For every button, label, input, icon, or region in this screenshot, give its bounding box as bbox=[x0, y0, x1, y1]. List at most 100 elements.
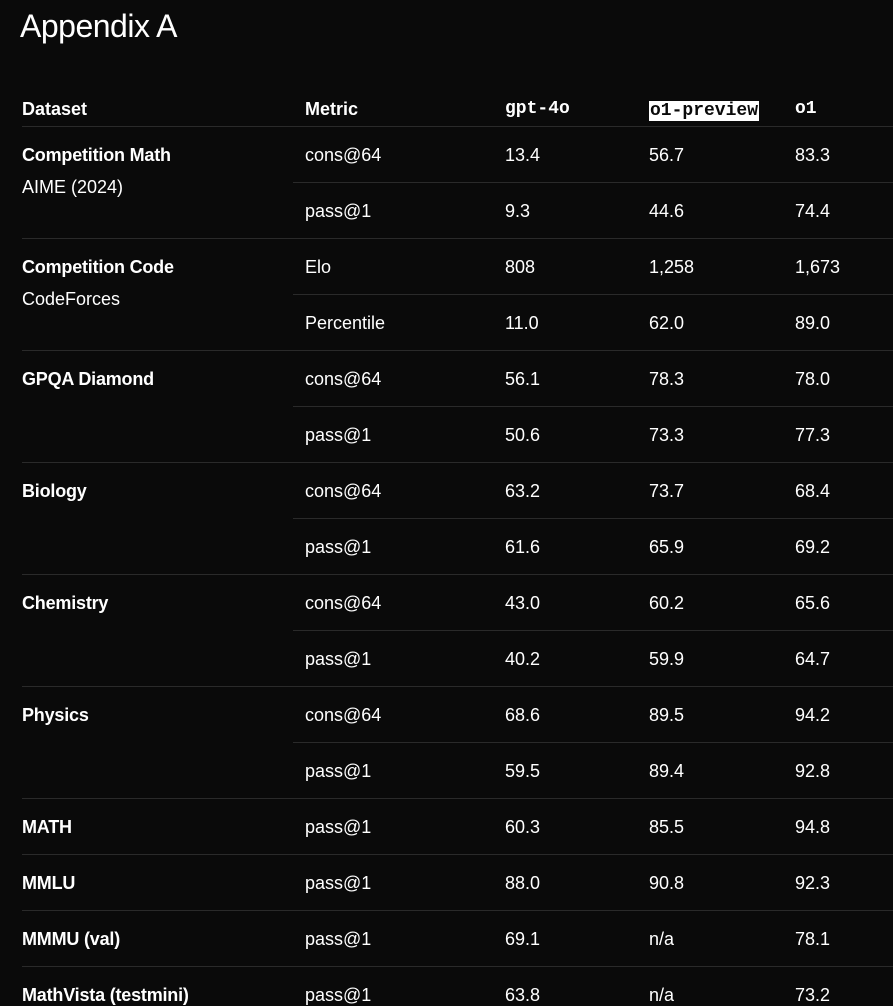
dataset-name: Physics bbox=[22, 705, 89, 725]
dataset-name: MMLU bbox=[22, 873, 76, 893]
dataset-name: GPQA Diamond bbox=[22, 369, 154, 389]
o1-cell: 94.2 bbox=[795, 705, 831, 725]
o1-cell: 73.2 bbox=[795, 985, 831, 1005]
o1-cell: 65.6 bbox=[795, 593, 831, 613]
table-row: pass@1 40.2 59.9 64.7 bbox=[22, 631, 893, 687]
metric-cell: cons@64 bbox=[305, 145, 382, 165]
gpt-4o-cell: 63.2 bbox=[505, 481, 541, 501]
table-row: MMLU pass@1 88.0 90.8 92.3 bbox=[22, 855, 893, 911]
table-row: MATH pass@1 60.3 85.5 94.8 bbox=[22, 799, 893, 855]
gpt-4o-cell: 40.2 bbox=[505, 649, 541, 669]
o1-preview-cell: 78.3 bbox=[649, 369, 685, 389]
o1-cell: 74.4 bbox=[795, 201, 831, 221]
table-row: MathVista (testmini) pass@1 63.8 n/a 73.2 bbox=[22, 967, 893, 1006]
gpt-4o-cell: 43.0 bbox=[505, 593, 541, 613]
metric-cell: cons@64 bbox=[305, 593, 382, 613]
table-row: Competition Math AIME (2024) cons@64 13.4 56… bbox=[22, 127, 893, 197]
gpt-4o-cell: 60.3 bbox=[505, 817, 541, 837]
o1-preview-cell: 60.2 bbox=[649, 593, 685, 613]
results-table: Dataset Metric gpt-4o o1-preview o1 Comp… bbox=[22, 82, 893, 1006]
gpt-4o-cell: 50.6 bbox=[505, 425, 541, 445]
metric-cell: cons@64 bbox=[305, 705, 382, 725]
o1-preview-cell: 73.7 bbox=[649, 481, 685, 501]
o1-preview-cell: 85.5 bbox=[649, 817, 685, 837]
o1-cell: 64.7 bbox=[795, 649, 831, 669]
dataset-cell: Physics bbox=[22, 687, 89, 745]
metric-cell: Elo bbox=[305, 257, 332, 277]
o1-cell: 78.0 bbox=[795, 369, 831, 389]
table-body: Competition Math AIME (2024) cons@64 13.4 56… bbox=[22, 127, 893, 1006]
table-row: MMMU (val) pass@1 69.1 n/a 78.1 bbox=[22, 911, 893, 967]
o1-preview-cell: 89.4 bbox=[649, 761, 685, 781]
header-o1-preview-label: o1-preview bbox=[649, 101, 760, 121]
o1-cell: 77.3 bbox=[795, 425, 831, 445]
metric-cell: pass@1 bbox=[305, 201, 372, 221]
o1-preview-cell: 44.6 bbox=[649, 201, 685, 221]
gpt-4o-cell: 69.1 bbox=[505, 929, 541, 949]
o1-preview-cell: 1,258 bbox=[649, 257, 695, 277]
gpt-4o-cell: 56.1 bbox=[505, 369, 541, 389]
table-row: Percentile 11.0 62.0 89.0 bbox=[22, 295, 893, 351]
gpt-4o-cell: 63.8 bbox=[505, 985, 541, 1005]
o1-preview-cell: 89.5 bbox=[649, 705, 685, 725]
gpt-4o-cell: 9.3 bbox=[505, 201, 531, 221]
table-row: GPQA Diamond cons@64 56.1 78.3 78.0 bbox=[22, 351, 893, 407]
table-row: pass@1 61.6 65.9 69.2 bbox=[22, 519, 893, 575]
o1-cell: 78.1 bbox=[795, 929, 831, 949]
metric-cell: pass@1 bbox=[305, 649, 372, 669]
metric-cell: cons@64 bbox=[305, 481, 382, 501]
o1-preview-cell: 56.7 bbox=[649, 145, 685, 165]
table-row: Physics cons@64 68.6 89.5 94.2 bbox=[22, 687, 893, 743]
table-row: pass@1 9.3 44.6 74.4 bbox=[22, 183, 893, 239]
o1-preview-cell: n/a bbox=[649, 929, 675, 949]
o1-preview-cell: 90.8 bbox=[649, 873, 685, 893]
dataset-cell: MMMU (val) bbox=[22, 911, 120, 969]
o1-cell: 69.2 bbox=[795, 537, 831, 557]
dataset-cell: MATH bbox=[22, 799, 72, 857]
dataset-name: MATH bbox=[22, 817, 72, 837]
dataset-cell: Biology bbox=[22, 463, 87, 521]
o1-preview-cell: 62.0 bbox=[649, 313, 685, 333]
page-title: Appendix A bbox=[20, 8, 177, 44]
dataset-cell: MMLU bbox=[22, 855, 75, 913]
o1-preview-cell: 73.3 bbox=[649, 425, 685, 445]
metric-cell: pass@1 bbox=[305, 873, 372, 893]
metric-cell: pass@1 bbox=[305, 425, 372, 445]
gpt-4o-cell: 68.6 bbox=[505, 705, 541, 725]
gpt-4o-cell: 59.5 bbox=[505, 761, 541, 781]
metric-cell: pass@1 bbox=[305, 985, 372, 1005]
dataset-cell: Chemistry bbox=[22, 575, 108, 633]
dataset-name: Chemistry bbox=[22, 593, 109, 613]
dataset-cell: GPQA Diamond bbox=[22, 351, 154, 409]
metric-cell: Percentile bbox=[305, 313, 386, 333]
metric-cell: pass@1 bbox=[305, 537, 372, 557]
metric-cell: cons@64 bbox=[305, 369, 382, 389]
table-header-row: Dataset Metric gpt-4o o1-preview o1 bbox=[22, 82, 893, 127]
table-row: pass@1 50.6 73.3 77.3 bbox=[22, 407, 893, 463]
gpt-4o-cell: 88.0 bbox=[505, 873, 541, 893]
o1-cell: 92.8 bbox=[795, 761, 831, 781]
dataset-name: Biology bbox=[22, 481, 87, 501]
gpt-4o-cell: 61.6 bbox=[505, 537, 541, 557]
gpt-4o-cell: 808 bbox=[505, 257, 536, 277]
metric-cell: pass@1 bbox=[305, 817, 372, 837]
o1-cell: 68.4 bbox=[795, 481, 831, 501]
gpt-4o-cell: 11.0 bbox=[505, 313, 539, 333]
dataset-name: Competition Math bbox=[22, 145, 171, 165]
o1-preview-cell: n/a bbox=[649, 985, 675, 1005]
dataset-name: MMMU (val) bbox=[22, 929, 120, 949]
o1-cell: 94.8 bbox=[795, 817, 831, 837]
o1-cell: 1,673 bbox=[795, 257, 841, 277]
table-row: Biology cons@64 63.2 73.7 68.4 bbox=[22, 463, 893, 519]
table-row: Chemistry cons@64 43.0 60.2 65.6 bbox=[22, 575, 893, 631]
dataset-cell: MathVista (testmini) bbox=[22, 967, 189, 1006]
o1-cell: 83.3 bbox=[795, 145, 831, 165]
table-row: pass@1 59.5 89.4 92.8 bbox=[22, 743, 893, 799]
page: Appendix A Dataset Metric gpt-4o o1-prev… bbox=[0, 0, 893, 1006]
metric-cell: pass@1 bbox=[305, 929, 372, 949]
table-row: Competition Code CodeForces Elo 808 1,258 1,6… bbox=[22, 239, 893, 309]
dataset-name: Competition Code bbox=[22, 257, 174, 277]
o1-preview-cell: 65.9 bbox=[649, 537, 685, 557]
metric-cell: pass@1 bbox=[305, 761, 372, 781]
o1-cell: 89.0 bbox=[795, 313, 831, 333]
